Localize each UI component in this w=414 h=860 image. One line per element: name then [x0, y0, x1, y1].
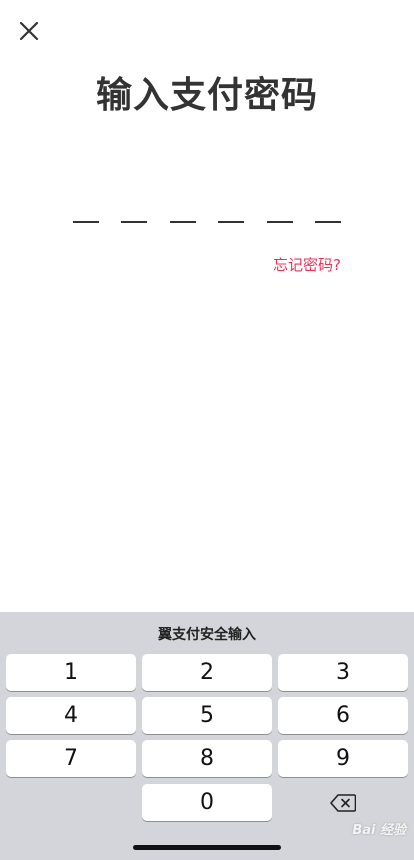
page-title: 输入支付密码 [95, 75, 318, 116]
key-7[interactable]: 7 [6, 740, 136, 777]
payment-password-screen: 输入支付密码 忘记密码? 翼支付安全输入 1 2 3 4 5 6 7 8 9 0… [0, 0, 414, 860]
pin-slot-5 [266, 221, 293, 223]
close-button[interactable] [14, 16, 44, 46]
keyboard-title: 翼支付安全输入 [158, 627, 256, 643]
pin-slot-1 [73, 221, 99, 223]
key-6[interactable]: 6 [278, 697, 408, 734]
forgot-password-link[interactable]: 忘记密码? [273, 254, 341, 275]
pin-input[interactable] [73, 221, 341, 223]
key-8[interactable]: 8 [142, 740, 272, 777]
key-2[interactable]: 2 [142, 654, 272, 691]
pin-slot-3 [169, 221, 196, 223]
key-0[interactable]: 0 [142, 784, 272, 821]
pin-slot-4 [218, 221, 245, 223]
pin-slot-2 [121, 221, 148, 223]
close-icon [19, 21, 39, 41]
watermark: Bai 经验 [352, 823, 406, 838]
key-4[interactable]: 4 [6, 697, 136, 734]
secure-keyboard: 翼支付安全输入 1 2 3 4 5 6 7 8 9 0 Bai 经验 [0, 612, 414, 860]
delete-key[interactable] [278, 784, 408, 821]
key-5[interactable]: 5 [142, 697, 272, 734]
key-9[interactable]: 9 [278, 740, 408, 777]
pin-slot-6 [314, 221, 341, 223]
key-3[interactable]: 3 [278, 654, 408, 691]
key-1[interactable]: 1 [6, 654, 136, 691]
backspace-icon [330, 793, 356, 812]
home-indicator[interactable] [133, 845, 281, 850]
